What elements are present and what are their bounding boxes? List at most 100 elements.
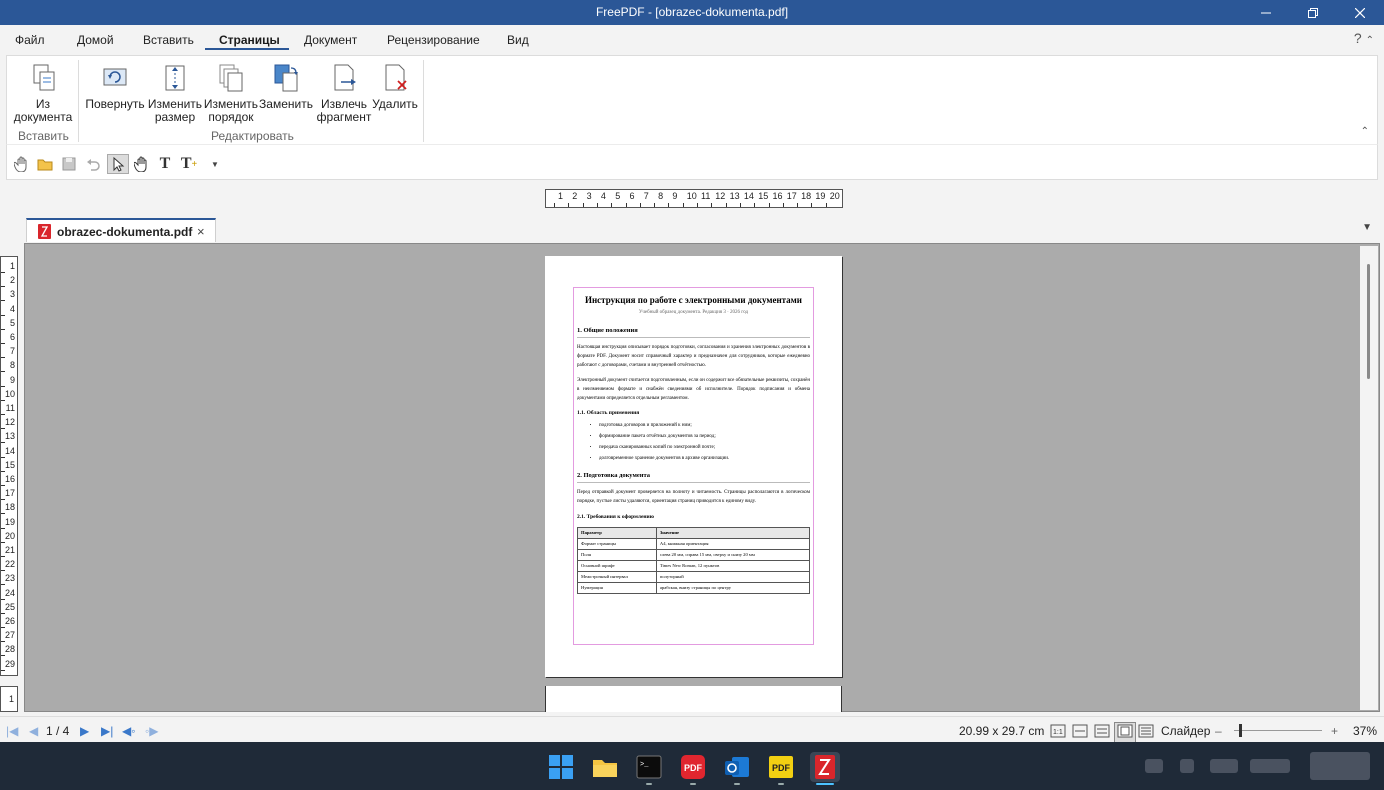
ruler-number: 14: [4, 445, 15, 456]
open-folder-icon[interactable]: [36, 155, 54, 173]
single-page-icon[interactable]: [1094, 724, 1110, 741]
menu-home[interactable]: Домой: [77, 33, 114, 47]
running-indicator: [646, 783, 652, 785]
zoom-in-icon[interactable]: +: [1331, 724, 1338, 738]
ruler-number: 10: [4, 388, 15, 399]
text-tool-icon[interactable]: T: [156, 155, 174, 173]
menu-pages[interactable]: Страницы: [219, 33, 280, 47]
replace-button[interactable]: Заменить: [259, 62, 313, 111]
help-button[interactable]: ? ⌃: [1354, 30, 1374, 46]
add-text-icon[interactable]: T +: [180, 155, 198, 173]
forward-view-icon[interactable]: ◦▶: [145, 724, 158, 738]
resize-button[interactable]: Изменить размер: [147, 62, 203, 124]
page-indicator[interactable]: 1 / 4: [46, 724, 69, 738]
freepdf-app-icon[interactable]: [810, 752, 840, 782]
zoom-level: 37%: [1353, 724, 1378, 738]
file-explorer-icon[interactable]: [590, 752, 620, 782]
ruler-tick: [1, 286, 5, 288]
menu-document[interactable]: Документ: [304, 33, 357, 47]
tray-icon[interactable]: [1210, 759, 1238, 773]
insert-from-document-button[interactable]: Из документа: [13, 62, 73, 124]
save-icon[interactable]: [60, 155, 78, 173]
table-row: Нумерация арабская, внизу страницы по цен…: [577, 581, 811, 594]
ruler-number: 11: [701, 191, 711, 201]
document-tab[interactable]: obrazec-dokumenta.pdf ×: [26, 218, 216, 242]
zoom-slider[interactable]: [1234, 724, 1322, 737]
close-tab-icon[interactable]: ×: [197, 224, 205, 239]
tray-icon[interactable]: [1145, 759, 1163, 773]
menu-review[interactable]: Рецензирование: [387, 33, 480, 47]
ruler-number: 4: [9, 303, 15, 314]
ruler-tick: [1, 612, 5, 614]
table-cell: Нумерация: [577, 581, 657, 594]
svg-text:>_: >_: [640, 761, 649, 769]
ruler-tick: [782, 203, 784, 207]
tab-list-dropdown-icon[interactable]: ▼: [1362, 222, 1372, 233]
tray-icon[interactable]: [1250, 759, 1290, 773]
delete-page-button[interactable]: Удалить: [369, 62, 421, 111]
vertical-scrollbar[interactable]: [1360, 246, 1378, 710]
menu-view[interactable]: Вид: [507, 33, 529, 47]
window-title: FreePDF - [obrazec-dokumenta.pdf]: [595, 5, 789, 19]
reorder-button[interactable]: Изменить порядок: [203, 62, 259, 124]
zoom-out-icon[interactable]: –: [1215, 724, 1222, 738]
next-page-icon[interactable]: ▶: [80, 724, 89, 738]
prev-page-icon[interactable]: ◀: [29, 724, 38, 738]
pdf-page-1[interactable]: Инструкция по работе с электронными доку…: [545, 256, 842, 677]
pdf-app-icon[interactable]: PDF: [678, 752, 708, 782]
ruler-number: 19: [4, 516, 15, 527]
terminal-icon[interactable]: >_: [634, 752, 664, 782]
insert-from-document-icon: [33, 64, 55, 91]
hand-tool-icon[interactable]: [13, 155, 31, 173]
table-header: Значение: [655, 526, 811, 539]
ruler-tick: [754, 203, 756, 207]
undo-icon[interactable]: [84, 155, 102, 173]
ruler-tick: [1, 598, 5, 600]
customize-toolbar-icon[interactable]: ▼: [206, 155, 224, 173]
pan-tool-icon[interactable]: [133, 155, 151, 173]
ruler-tick: [1, 570, 5, 572]
replace-pages-icon: [274, 64, 298, 92]
menu-file[interactable]: Файл: [15, 33, 45, 47]
table-cell: полуторный: [655, 570, 811, 583]
ribbon: Из документа Повернуть Изменить размер И…: [6, 55, 1378, 144]
zoom-slider-thumb[interactable]: [1239, 724, 1242, 737]
scrollbar-thumb[interactable]: [1367, 264, 1370, 379]
continuous-page-icon[interactable]: [1114, 722, 1136, 743]
extract-button[interactable]: Извлечь фрагмент: [315, 62, 373, 124]
minimize-button[interactable]: [1243, 0, 1289, 25]
extract-pages-icon: [334, 64, 356, 91]
select-tool-icon[interactable]: [107, 154, 129, 174]
back-view-icon[interactable]: ◀◦: [122, 724, 135, 738]
outlook-icon[interactable]: [722, 752, 752, 782]
ruler-tick: [825, 203, 827, 207]
tray-icon[interactable]: [1180, 759, 1194, 773]
facing-pages-icon[interactable]: [1138, 724, 1154, 741]
paragraph: Настоящая инструкция описывает порядок п…: [577, 345, 810, 369]
ruler-tick: [711, 203, 713, 207]
collapse-ribbon-button[interactable]: ⌃: [1361, 126, 1369, 137]
restore-button[interactable]: [1290, 0, 1336, 25]
last-page-icon[interactable]: ▶|: [101, 724, 113, 738]
actual-size-icon[interactable]: 1:1: [1050, 724, 1066, 741]
ruler-tick: [1, 485, 5, 486]
table-cell: А4, книжная ориентация: [655, 537, 811, 550]
start-icon[interactable]: [546, 752, 576, 782]
close-button[interactable]: [1337, 0, 1383, 25]
minimize-icon: [1261, 12, 1271, 13]
reorder-label-2: порядок: [208, 110, 254, 124]
clock[interactable]: [1310, 752, 1370, 780]
pdf-editor-icon[interactable]: PDF: [766, 752, 796, 782]
document-tabs: obrazec-dokumenta.pdf × ▼: [0, 218, 1384, 242]
pdf-page-2[interactable]: [545, 686, 842, 712]
ruler-number: 23: [4, 573, 15, 584]
page-size: 20.99 x 29.7 cm: [959, 724, 1045, 738]
table-cell: слева 20 мм, справа 15 мм, сверху и сниз…: [655, 548, 811, 561]
first-page-icon[interactable]: |◀: [6, 724, 18, 738]
rotate-button[interactable]: Повернуть: [85, 62, 145, 111]
menu-insert[interactable]: Вставить: [143, 33, 194, 47]
fit-width-icon[interactable]: [1072, 724, 1088, 741]
ruler-number: 21: [4, 545, 15, 555]
pdf-file-icon: [38, 224, 51, 239]
ruler-number: 16: [4, 474, 15, 484]
